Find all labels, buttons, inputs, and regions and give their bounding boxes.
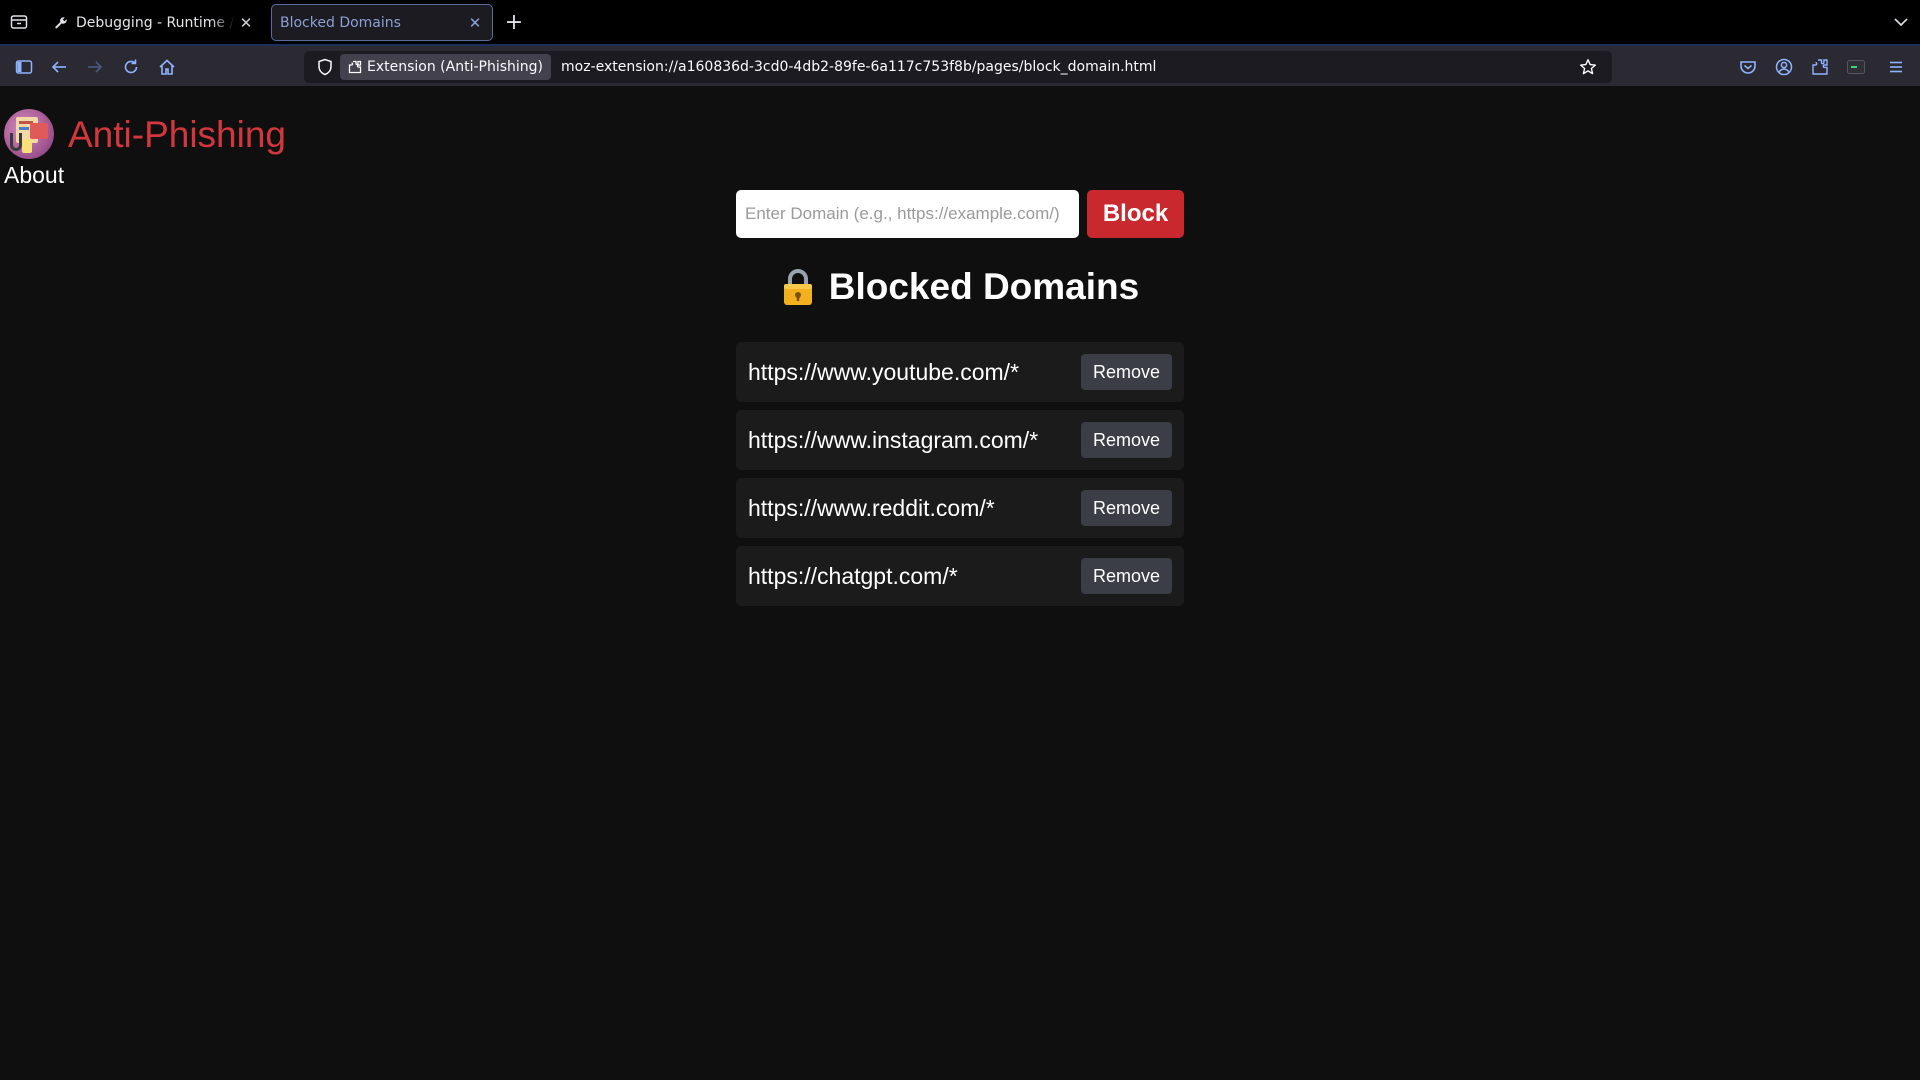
- reload-icon[interactable]: [118, 55, 144, 79]
- lock-icon: [781, 267, 815, 307]
- forward-icon[interactable]: [82, 55, 108, 79]
- address-bar[interactable]: Extension (Anti-Phishing) moz-extension:…: [304, 51, 1612, 83]
- terminal-extension-icon[interactable]: [1843, 55, 1869, 79]
- block-domain-form: Block: [736, 190, 1184, 238]
- bookmark-star-icon[interactable]: [1572, 52, 1604, 82]
- identity-label: Extension (Anti-Phishing): [367, 59, 544, 75]
- tab-title: Debugging - Runtime / this-firefox: [76, 14, 235, 31]
- list-item: https://chatgpt.com/* Remove: [736, 546, 1184, 606]
- extension-identity-box[interactable]: Extension (Anti-Phishing): [340, 54, 552, 80]
- block-button[interactable]: Block: [1087, 190, 1184, 238]
- url-text[interactable]: moz-extension://a160836d-3cd0-4db2-89fe-…: [561, 59, 1572, 75]
- pocket-icon[interactable]: [1735, 55, 1761, 79]
- domain-url: https://www.youtube.com/*: [748, 358, 1020, 385]
- puzzle-piece-icon: [348, 60, 362, 74]
- wrench-icon: [54, 16, 68, 30]
- brand-title: Anti-Phishing: [68, 113, 287, 155]
- back-icon[interactable]: [46, 55, 72, 79]
- domain-input[interactable]: [736, 190, 1079, 238]
- tab-blocked-domains[interactable]: Blocked Domains ✕: [271, 4, 493, 41]
- remove-button[interactable]: Remove: [1081, 558, 1172, 594]
- shield-icon[interactable]: [310, 52, 340, 82]
- home-icon[interactable]: [154, 55, 180, 79]
- blocked-domains-list: https://www.youtube.com/* Remove https:/…: [736, 342, 1184, 614]
- domain-url: https://chatgpt.com/*: [748, 562, 958, 589]
- remove-button[interactable]: Remove: [1081, 490, 1172, 526]
- tab-bar: Debugging - Runtime / this-firefox ✕ Blo…: [0, 0, 1920, 44]
- remove-button[interactable]: Remove: [1081, 422, 1172, 458]
- blocked-domains-heading: Blocked Domains: [736, 266, 1184, 308]
- chevron-down-icon[interactable]: [1890, 12, 1912, 32]
- menu-icon[interactable]: [1883, 55, 1909, 79]
- domain-url: https://www.instagram.com/*: [748, 426, 1039, 453]
- page-content: Anti-Phishing About Block Blocked Domain…: [0, 86, 1920, 1080]
- account-icon[interactable]: [1771, 55, 1797, 79]
- close-tab-icon[interactable]: ✕: [235, 12, 257, 34]
- about-link[interactable]: About: [4, 162, 64, 189]
- remove-button[interactable]: Remove: [1081, 354, 1172, 390]
- firefox-view-icon[interactable]: [6, 10, 32, 34]
- list-item: https://www.youtube.com/* Remove: [736, 342, 1184, 402]
- navigation-toolbar: Extension (Anti-Phishing) moz-extension:…: [0, 44, 1920, 86]
- extensions-icon[interactable]: [1807, 55, 1833, 79]
- close-tab-icon[interactable]: ✕: [464, 12, 486, 34]
- domain-url: https://www.reddit.com/*: [748, 494, 995, 521]
- tab-debugging[interactable]: Debugging - Runtime / this-firefox ✕: [44, 4, 263, 41]
- tab-title: Blocked Domains: [280, 14, 401, 31]
- list-item: https://www.reddit.com/* Remove: [736, 478, 1184, 538]
- brand-header: Anti-Phishing: [4, 109, 286, 159]
- sidebar-icon[interactable]: [11, 55, 37, 79]
- new-tab-icon[interactable]: +: [500, 10, 528, 35]
- anti-phishing-logo: [4, 109, 54, 159]
- blocked-domains-title: Blocked Domains: [828, 266, 1140, 307]
- list-item: https://www.instagram.com/* Remove: [736, 410, 1184, 470]
